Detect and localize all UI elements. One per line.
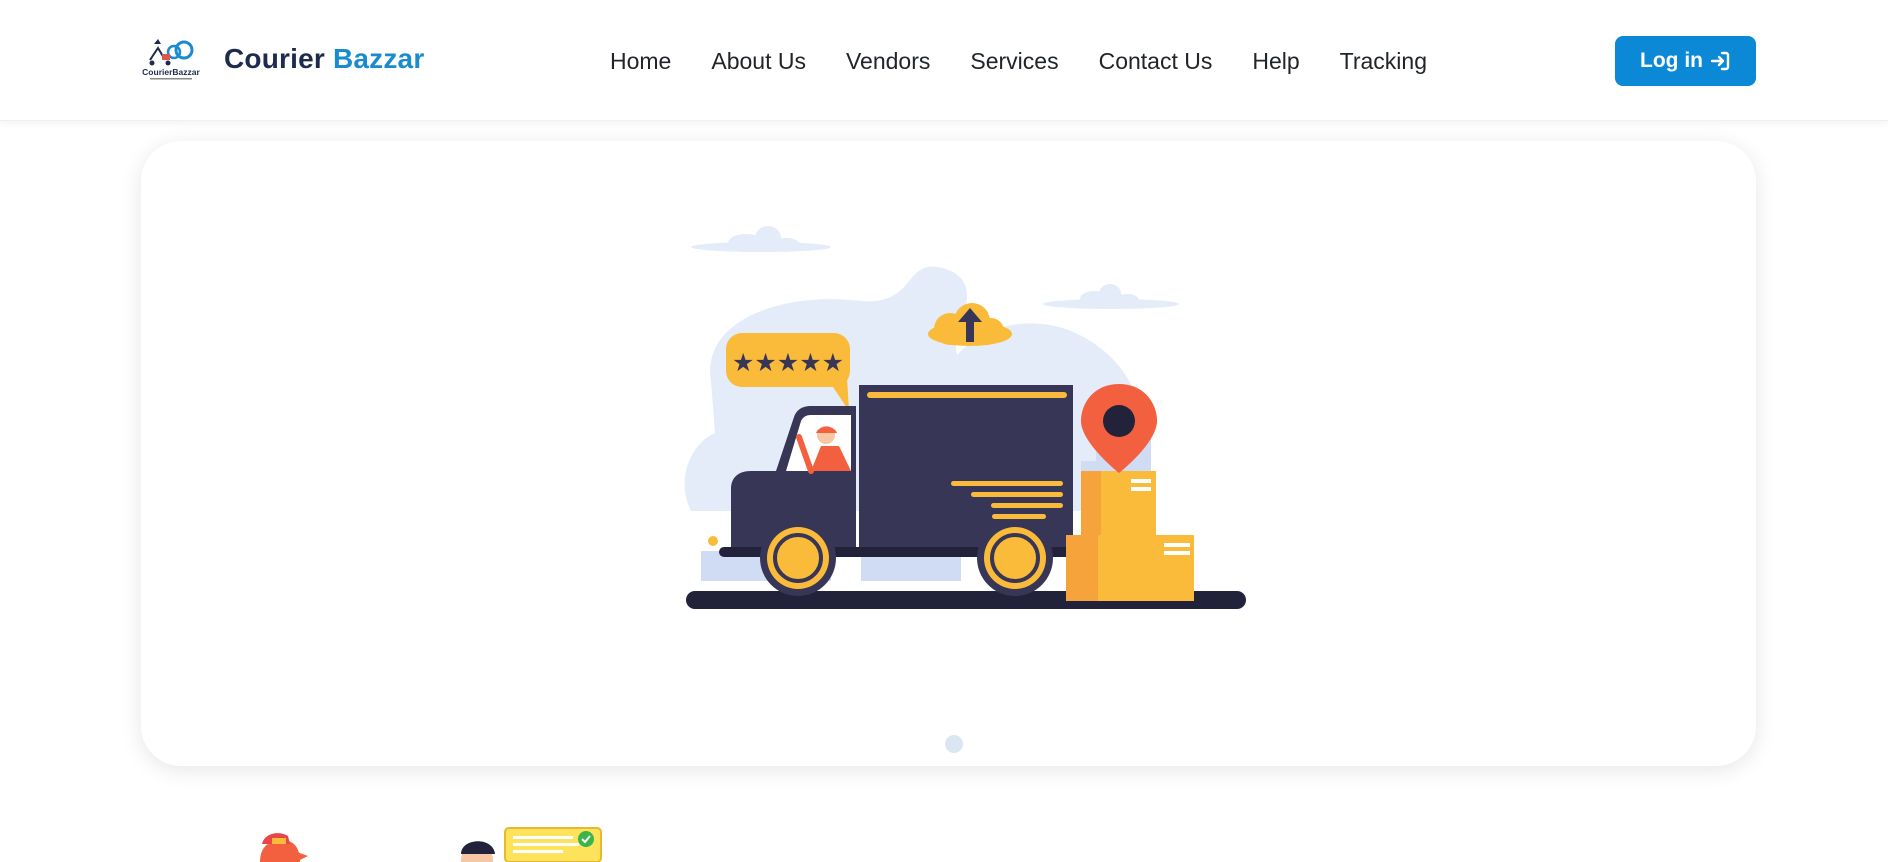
- carousel-indicator-dot[interactable]: [945, 735, 963, 753]
- courier-avatar-icon: [260, 833, 308, 862]
- brand-name-second: Bazzar: [332, 43, 425, 74]
- svg-text:CourierBazzar: CourierBazzar: [142, 67, 200, 77]
- parcel-boxes: [1066, 471, 1194, 601]
- speed-line: [992, 514, 1046, 519]
- speed-line: [991, 503, 1063, 508]
- nav-tracking[interactable]: Tracking: [1340, 46, 1427, 76]
- nav-vendors[interactable]: Vendors: [846, 46, 930, 76]
- brand-name: Courier Bazzar: [224, 43, 424, 75]
- speed-line: [951, 481, 1063, 486]
- hero-carousel: ★★★★★: [141, 141, 1756, 766]
- login-button[interactable]: Log in: [1615, 36, 1756, 86]
- brand-logo-link[interactable]: CourierBazzar Courier Bazzar: [140, 36, 424, 82]
- courier-logo-icon: CourierBazzar: [142, 39, 201, 80]
- nav-services[interactable]: Services: [970, 46, 1058, 76]
- nav-help[interactable]: Help: [1252, 46, 1299, 76]
- truck-wheel: [760, 520, 836, 596]
- truck-cargo-box: [859, 385, 1073, 551]
- nav-contact-us[interactable]: Contact Us: [1099, 46, 1213, 76]
- nav-home[interactable]: Home: [610, 46, 671, 76]
- login-button-label: Log in: [1640, 49, 1703, 72]
- rating-stars: ★★★★★: [732, 348, 844, 377]
- delivery-truck-illustration: ★★★★★: [684, 226, 1246, 609]
- verified-document-avatar: [461, 827, 602, 862]
- truck-stripe: [867, 392, 1067, 398]
- speed-line: [971, 492, 1063, 497]
- check-icon: [578, 831, 594, 847]
- main-nav: Home About Us Vendors Services Contact U…: [610, 46, 1467, 76]
- truck-wheel: [977, 520, 1053, 596]
- brand-name-first: Courier: [224, 43, 325, 74]
- login-arrow-icon: [1710, 51, 1730, 71]
- nav-about-us[interactable]: About Us: [711, 46, 806, 76]
- top-navbar: CourierBazzar Courier Bazzar Home About …: [0, 0, 1888, 121]
- headlight-icon: [708, 536, 718, 546]
